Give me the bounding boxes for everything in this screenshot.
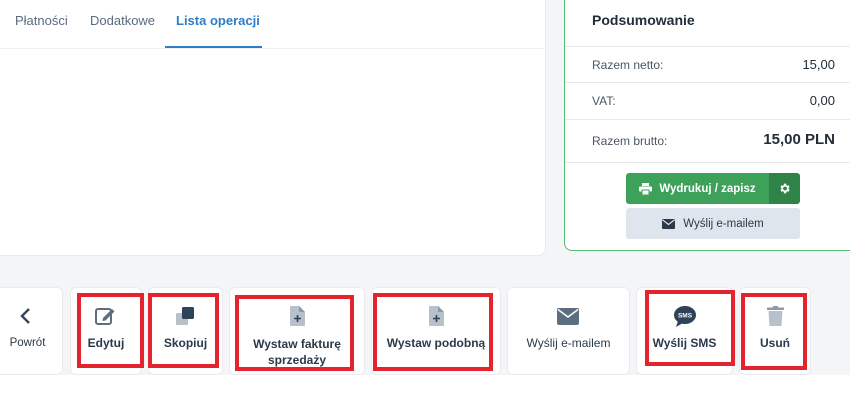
- chevron-left-icon: [15, 305, 35, 327]
- tab-platnosci[interactable]: Płatności: [15, 13, 68, 28]
- issue-sales-invoice-label: Wystaw fakturę sprzedaży: [253, 337, 341, 367]
- send-sms-button[interactable]: SMS Wyślij SMS: [636, 287, 733, 375]
- envelope-icon: [556, 305, 580, 327]
- summary-label: Razem brutto:: [592, 134, 668, 148]
- summary-row-vat: VAT: 0,00: [565, 82, 850, 118]
- summary-value: 0,00: [809, 93, 835, 108]
- summary-value: 15,00: [802, 57, 835, 72]
- send-email-action-button[interactable]: Wyślij e-mailem: [507, 287, 630, 375]
- summary-row-brutto: Razem brutto: 15,00 PLN: [565, 119, 850, 163]
- send-email-button[interactable]: Wyślij e-mailem: [626, 208, 800, 239]
- issue-similar-label: Wystaw podobną: [386, 336, 486, 350]
- issue-sales-invoice-button[interactable]: Wystaw fakturę sprzedaży: [229, 287, 365, 375]
- file-plus-icon: [426, 305, 446, 327]
- copy-icon: [174, 305, 196, 327]
- gear-icon: [780, 183, 790, 194]
- back-label: Powrót: [9, 337, 46, 349]
- tab-bar: Płatności Dodatkowe Lista operacji: [0, 0, 545, 49]
- summary-label: VAT:: [592, 94, 616, 108]
- action-bar: Powrót Edytuj Skopiuj Wystaw fakturę spr…: [0, 287, 850, 375]
- print-save-button[interactable]: Wydrukuj / zapisz: [626, 173, 769, 204]
- tab-lista-operacji[interactable]: Lista operacji: [176, 13, 260, 28]
- send-email-action-label: Wyślij e-mailem: [526, 336, 611, 350]
- printer-icon: [639, 182, 653, 195]
- print-save-label: Wydrukuj / zapisz: [659, 182, 756, 195]
- send-sms-label: Wyślij SMS: [652, 336, 717, 350]
- file-plus-icon: [287, 305, 307, 327]
- bottom-strip: [0, 375, 850, 402]
- envelope-icon: [662, 218, 676, 229]
- copy-label: Skopiuj: [163, 336, 208, 350]
- tab-dodatkowe[interactable]: Dodatkowe: [90, 13, 155, 28]
- edit-button[interactable]: Edytuj: [70, 287, 142, 375]
- back-button[interactable]: Powrót: [0, 287, 63, 375]
- summary-title: Podsumowanie: [592, 12, 695, 28]
- summary-total: 15,00 PLN: [763, 131, 835, 148]
- summary-label: Razem netto:: [592, 58, 664, 72]
- active-tab-indicator: [165, 46, 262, 48]
- summary-row-netto: Razem netto: 15,00: [565, 46, 850, 82]
- edit-label: Edytuj: [87, 336, 125, 350]
- issue-similar-button[interactable]: Wystaw podobną: [371, 287, 501, 375]
- sms-icon-text: SMS: [678, 312, 693, 319]
- trash-icon: [765, 305, 785, 327]
- copy-button[interactable]: Skopiuj: [148, 287, 223, 375]
- delete-label: Usuń: [760, 336, 790, 350]
- send-email-label: Wyślij e-mailem: [683, 217, 764, 230]
- delete-button[interactable]: Usuń: [739, 287, 811, 375]
- sms-icon: SMS: [673, 305, 697, 327]
- edit-icon: [94, 305, 116, 327]
- print-settings-button[interactable]: [769, 173, 800, 204]
- main-card: Płatności Dodatkowe Lista operacji: [0, 0, 546, 256]
